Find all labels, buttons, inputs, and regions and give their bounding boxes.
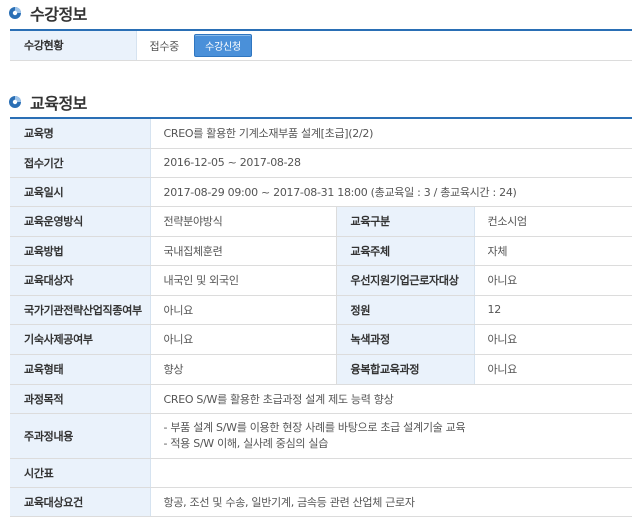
pair-label: 교육주체 — [335, 236, 475, 266]
edu-dates-label: 교육일시 — [10, 177, 151, 207]
pair-value: 아니요 — [474, 354, 632, 385]
enroll-info-table: 수강현황 접수중 수강신청 — [10, 29, 632, 61]
requirements-value: 항공, 조선 및 수송, 일반기계, 금속등 관련 산업체 근로자 — [150, 487, 632, 517]
pair-label: 정원 — [335, 295, 475, 325]
reception-period-value: 2016-12-05 ~ 2017-08-28 — [150, 148, 632, 178]
section-title-text: 교육정보 — [30, 94, 87, 113]
pair-label: 교육운영방식 — [10, 206, 151, 237]
edu-section-title: 교육정보 — [8, 90, 87, 114]
pair-value: 국내집체훈련 — [150, 236, 336, 266]
bullet-circle-icon — [8, 95, 22, 109]
table-row: 교육운영방식 전략분야방식 교육구분 컨소시엄 — [10, 206, 632, 237]
enroll-status-value: 접수중 — [149, 39, 180, 53]
table-row: 교육형태 향상 융복합교육과정 아니요 — [10, 354, 632, 385]
main-content-line: - 적용 S/W 이해, 실사례 중심의 실습 — [163, 436, 329, 450]
timetable-value — [150, 458, 632, 488]
pair-value: 자체 — [474, 236, 632, 266]
pair-label: 국가기관전략산업직종여부 — [10, 295, 151, 325]
enroll-section-title: 수강정보 — [8, 1, 87, 25]
enroll-status-label: 수강현황 — [10, 30, 137, 61]
course-goal-label: 과정목적 — [10, 384, 151, 414]
apply-button[interactable]: 수강신청 — [194, 33, 252, 57]
table-row: 교육방법 국내집체훈련 교육주체 자체 — [10, 236, 632, 266]
edu-info-table: 교육명 CREO를 활용한 기계소재부품 설계[초급](2/2) 접수기간 20… — [10, 117, 632, 517]
pair-value: 아니요 — [150, 324, 336, 355]
timetable-label: 시간표 — [10, 458, 151, 488]
table-row: 기숙사제공여부 아니요 녹색과정 아니요 — [10, 324, 632, 355]
pair-label: 교육방법 — [10, 236, 151, 266]
pair-value: 아니요 — [150, 295, 336, 325]
pair-value: 12 — [474, 295, 632, 325]
requirements-label: 교육대상요건 — [10, 487, 151, 517]
pair-value: 향상 — [150, 354, 336, 385]
enroll-status-cell: 접수중 수강신청 — [136, 30, 632, 61]
pair-label: 녹색과정 — [335, 324, 475, 355]
course-name-value: CREO를 활용한 기계소재부품 설계[초급](2/2) — [150, 118, 632, 149]
main-content-value: - 부품 설계 S/W를 이용한 현장 사례를 바탕으로 초급 설계기술 교육 … — [150, 413, 632, 459]
pair-label: 교육구분 — [335, 206, 475, 237]
reception-period-label: 접수기간 — [10, 148, 151, 178]
pair-value: 전략분야방식 — [150, 206, 336, 237]
bullet-circle-icon — [8, 6, 22, 20]
pair-value: 아니요 — [474, 324, 632, 355]
pair-value: 내국인 및 외국인 — [150, 265, 336, 296]
main-content-label: 주과정내용 — [10, 413, 151, 459]
table-row: 국가기관전략산업직종여부 아니요 정원 12 — [10, 295, 632, 325]
pair-label: 기숙사제공여부 — [10, 324, 151, 355]
section-title-text: 수강정보 — [30, 5, 87, 24]
table-row: 교육대상자 내국인 및 외국인 우선지원기업근로자대상 아니요 — [10, 265, 632, 296]
pair-value: 컨소시엄 — [474, 206, 632, 237]
course-name-label: 교육명 — [10, 118, 151, 149]
pair-value: 아니요 — [474, 265, 632, 296]
edu-dates-value: 2017-08-29 09:00 ~ 2017-08-31 18:00 (총교육… — [150, 177, 632, 207]
pair-label: 융복합교육과정 — [335, 354, 475, 385]
pair-label: 우선지원기업근로자대상 — [335, 265, 475, 296]
pair-label: 교육대상자 — [10, 265, 151, 296]
pair-label: 교육형태 — [10, 354, 151, 385]
main-content-line: - 부품 설계 S/W를 이용한 현장 사례를 바탕으로 초급 설계기술 교육 — [163, 420, 466, 434]
course-goal-value: CREO S/W를 활용한 초급과정 설계 제도 능력 향상 — [150, 384, 632, 414]
